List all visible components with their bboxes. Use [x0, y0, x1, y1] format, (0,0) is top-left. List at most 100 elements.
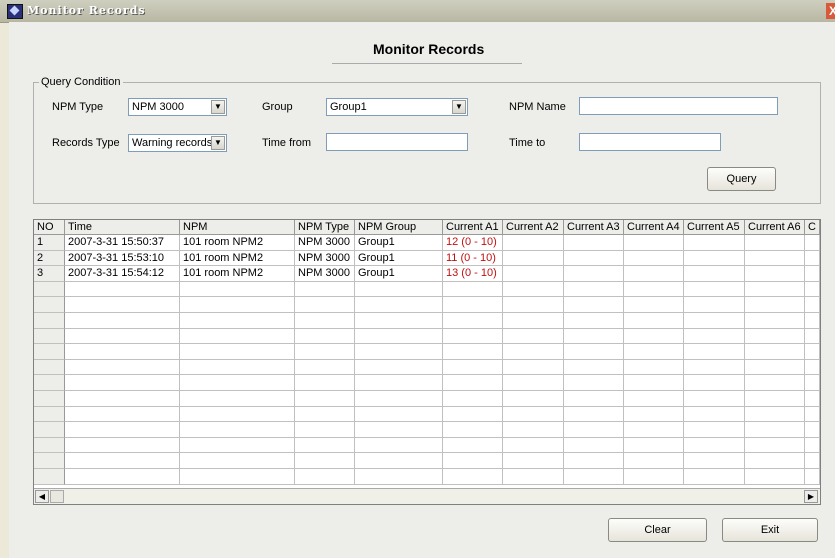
table-cell[interactable] [180, 297, 295, 313]
table-cell[interactable] [564, 344, 624, 360]
table-cell[interactable] [295, 375, 355, 391]
table-cell[interactable] [65, 281, 180, 298]
row-number[interactable] [34, 422, 65, 438]
row-number[interactable] [34, 297, 65, 313]
table-cell[interactable] [624, 250, 684, 267]
row-number[interactable]: 3 [34, 266, 65, 282]
table-cell[interactable] [745, 250, 805, 267]
table-cell[interactable] [180, 406, 295, 423]
table-cell[interactable] [745, 235, 805, 251]
table-cell[interactable]: 2007-3-31 15:54:12 [65, 266, 180, 282]
table-cell[interactable] [684, 375, 745, 391]
table-cell[interactable]: NPM 3000 [295, 266, 355, 282]
table-cell[interactable] [684, 406, 745, 423]
table-cell[interactable] [745, 422, 805, 438]
table-cell[interactable] [564, 469, 624, 485]
table-cell[interactable] [503, 297, 564, 313]
table-cell[interactable] [624, 469, 684, 485]
table-cell[interactable] [805, 406, 820, 423]
table-cell[interactable] [180, 359, 295, 376]
table-cell[interactable] [180, 281, 295, 298]
table-cell[interactable] [684, 297, 745, 313]
table-cell[interactable] [503, 250, 564, 267]
row-number[interactable] [34, 344, 65, 360]
column-header[interactable]: NPM Type [295, 220, 355, 235]
table-cell[interactable] [684, 359, 745, 376]
table-cell[interactable] [684, 469, 745, 485]
table-cell[interactable]: 11 (0 - 10) [443, 250, 503, 267]
exit-button[interactable]: Exit [722, 518, 818, 542]
row-number[interactable] [34, 406, 65, 423]
table-cell[interactable] [295, 328, 355, 345]
table-cell[interactable] [745, 359, 805, 376]
table-cell[interactable] [503, 344, 564, 360]
table-cell[interactable] [443, 453, 503, 469]
table-cell[interactable] [180, 313, 295, 329]
table-cell[interactable] [180, 437, 295, 454]
table-cell[interactable] [805, 281, 820, 298]
table-cell[interactable] [684, 422, 745, 438]
table-cell[interactable] [503, 453, 564, 469]
table-cell[interactable]: 12 (0 - 10) [443, 235, 503, 251]
table-cell[interactable] [180, 453, 295, 469]
table-cell[interactable] [745, 375, 805, 391]
table-cell[interactable] [805, 266, 820, 282]
table-cell[interactable] [443, 375, 503, 391]
table-cell[interactable] [295, 406, 355, 423]
table-cell[interactable] [65, 297, 180, 313]
table-cell[interactable]: 101 room NPM2 [180, 235, 295, 251]
table-cell[interactable] [624, 406, 684, 423]
table-cell[interactable] [65, 469, 180, 485]
table-cell[interactable] [443, 313, 503, 329]
scroll-left-icon[interactable]: ◀ [35, 490, 49, 503]
table-cell[interactable] [443, 281, 503, 298]
table-cell[interactable] [355, 359, 443, 376]
table-cell[interactable] [503, 437, 564, 454]
column-header[interactable]: Current A6 [745, 220, 805, 235]
table-cell[interactable] [443, 344, 503, 360]
table-cell[interactable] [745, 406, 805, 423]
table-cell[interactable] [355, 281, 443, 298]
row-number[interactable] [34, 281, 65, 298]
table-cell[interactable] [503, 266, 564, 282]
table-cell[interactable] [355, 437, 443, 454]
table-cell[interactable] [503, 359, 564, 376]
table-cell[interactable] [805, 359, 820, 376]
table-cell[interactable]: 101 room NPM2 [180, 250, 295, 267]
table-cell[interactable] [180, 375, 295, 391]
row-number[interactable] [34, 391, 65, 407]
table-cell[interactable] [295, 297, 355, 313]
table-cell[interactable] [503, 328, 564, 345]
table-cell[interactable] [564, 313, 624, 329]
table-cell[interactable] [624, 453, 684, 469]
time-from-field[interactable] [326, 133, 468, 151]
time-to-field[interactable] [579, 133, 721, 151]
table-cell[interactable] [443, 297, 503, 313]
column-header[interactable]: NO [34, 220, 65, 235]
column-header[interactable]: Current A5 [684, 220, 745, 235]
table-cell[interactable] [295, 313, 355, 329]
table-cell[interactable] [564, 266, 624, 282]
column-header[interactable]: Current A2 [503, 220, 564, 235]
row-number[interactable] [34, 359, 65, 376]
row-number[interactable] [34, 375, 65, 391]
table-cell[interactable] [295, 391, 355, 407]
table-cell[interactable]: NPM 3000 [295, 235, 355, 251]
table-cell[interactable] [805, 250, 820, 267]
table-cell[interactable] [443, 328, 503, 345]
table-cell[interactable]: NPM 3000 [295, 250, 355, 267]
table-cell[interactable] [805, 453, 820, 469]
records-type-select[interactable]: Warning records ▼ [128, 134, 227, 152]
table-cell[interactable] [624, 344, 684, 360]
table-cell[interactable] [295, 359, 355, 376]
column-header[interactable]: NPM Group [355, 220, 443, 235]
table-cell[interactable] [443, 406, 503, 423]
table-cell[interactable] [684, 313, 745, 329]
table-cell[interactable] [564, 359, 624, 376]
column-header[interactable]: Current A1 [443, 220, 503, 235]
table-cell[interactable] [355, 453, 443, 469]
table-cell[interactable] [443, 437, 503, 454]
table-cell[interactable] [65, 437, 180, 454]
table-cell[interactable] [295, 437, 355, 454]
table-cell[interactable] [745, 344, 805, 360]
